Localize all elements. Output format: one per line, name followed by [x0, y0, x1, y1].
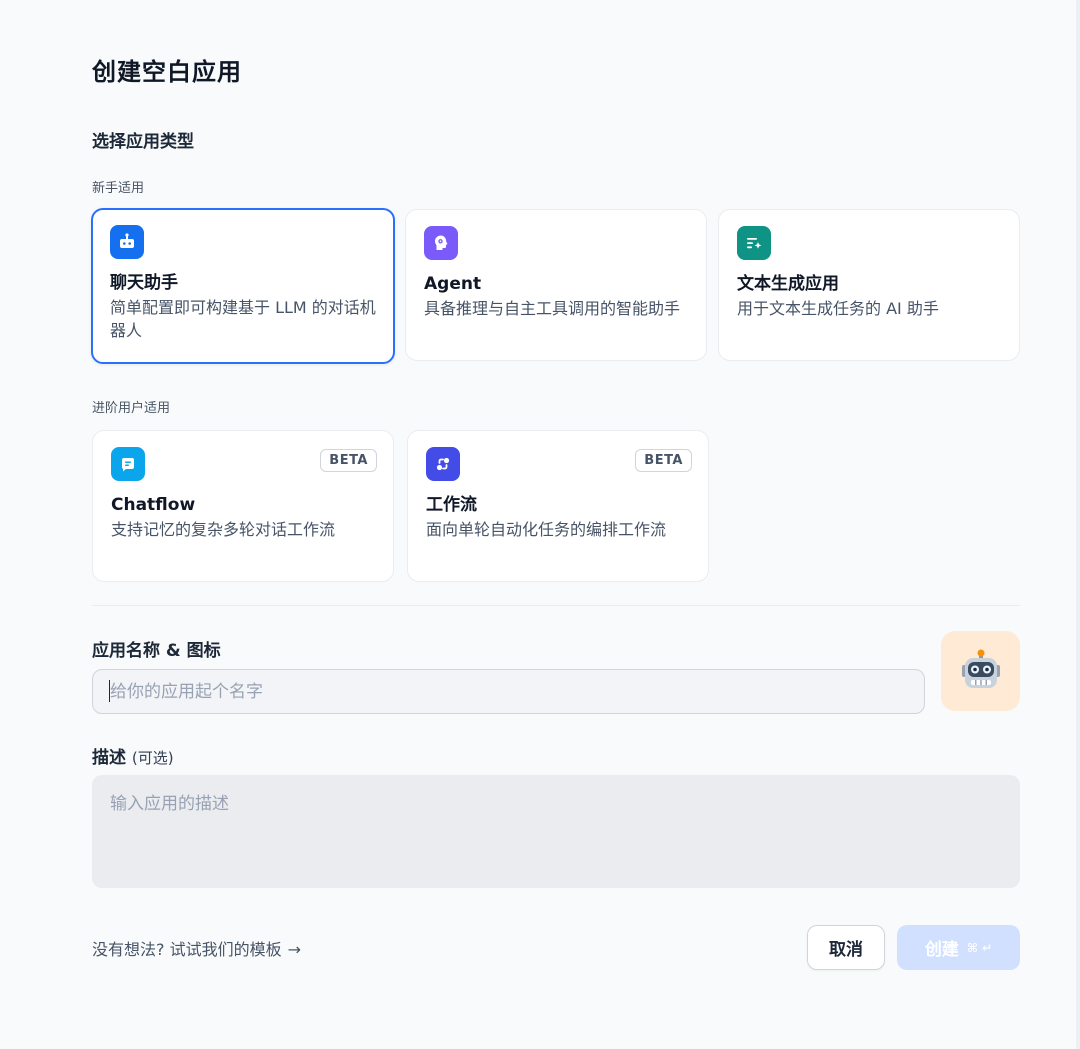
create-button[interactable]: 创建 ⌘ ↵	[897, 925, 1020, 970]
description-label-text: 描述	[92, 748, 126, 768]
description-textarea[interactable]	[92, 775, 1020, 888]
app-icon-picker[interactable]	[941, 631, 1020, 711]
card-title: 文本生成应用	[737, 274, 839, 294]
app-type-card-chat-assistant[interactable]: 聊天助手 简单配置即可构建基于 LLM 的对话机器人	[91, 208, 395, 364]
card-title: 聊天助手	[110, 273, 178, 293]
app-type-card-text-generation[interactable]: 文本生成应用 用于文本生成任务的 AI 助手	[718, 209, 1020, 361]
app-type-card-workflow[interactable]: BETA 工作流 面向单轮自动化任务的编排工作流	[407, 430, 709, 582]
card-title: Agent	[424, 274, 482, 294]
chatflow-icon	[111, 447, 145, 481]
arrow-right-icon: →	[287, 940, 301, 959]
text-generate-icon	[737, 226, 771, 260]
card-description: 简单配置即可构建基于 LLM 的对话机器人	[110, 298, 376, 340]
create-button-label: 创建	[924, 940, 959, 960]
beta-badge: BETA	[320, 449, 377, 472]
card-title: 工作流	[426, 495, 477, 515]
chat-bot-icon	[110, 225, 144, 259]
card-description: 面向单轮自动化任务的编排工作流	[426, 520, 667, 539]
beginner-group-label: 新手适用	[92, 181, 145, 196]
card-description: 具备推理与自主工具调用的智能助手	[424, 299, 681, 318]
app-type-card-agent[interactable]: Agent 具备推理与自主工具调用的智能助手	[405, 209, 707, 361]
section-divider	[92, 605, 1020, 606]
description-label: 描述 (可选)	[92, 743, 174, 768]
beta-badge: BETA	[635, 449, 692, 472]
template-link-text: 没有想法? 试试我们的模板	[92, 940, 282, 959]
optional-hint: (可选)	[131, 749, 174, 767]
keyboard-shortcut-icon: ⌘ ↵	[966, 940, 993, 955]
agent-head-icon	[424, 226, 458, 260]
app-name-label: 应用名称 & 图标	[92, 641, 221, 661]
app-type-card-chatflow[interactable]: BETA Chatflow 支持记忆的复杂多轮对话工作流	[92, 430, 394, 582]
workflow-icon	[426, 447, 460, 481]
app-name-input[interactable]	[92, 669, 925, 714]
card-title: Chatflow	[111, 495, 196, 515]
card-description: 用于文本生成任务的 AI 助手	[737, 299, 939, 318]
robot-icon	[961, 649, 1000, 688]
text-caret	[109, 680, 110, 702]
scrollbar-track[interactable]	[1076, 0, 1080, 1049]
create-app-dialog: 创建空白应用 选择应用类型 新手适用 聊天助手 简单配置即可构建基于 LLM 的…	[0, 0, 1080, 1049]
card-description: 支持记忆的复杂多轮对话工作流	[111, 520, 336, 539]
template-link[interactable]: 没有想法? 试试我们的模板 →	[92, 936, 301, 960]
advanced-group-label: 进阶用户适用	[92, 401, 171, 416]
dialog-title: 创建空白应用	[92, 58, 242, 86]
app-type-heading: 选择应用类型	[92, 132, 194, 152]
cancel-button[interactable]: 取消	[807, 925, 885, 970]
